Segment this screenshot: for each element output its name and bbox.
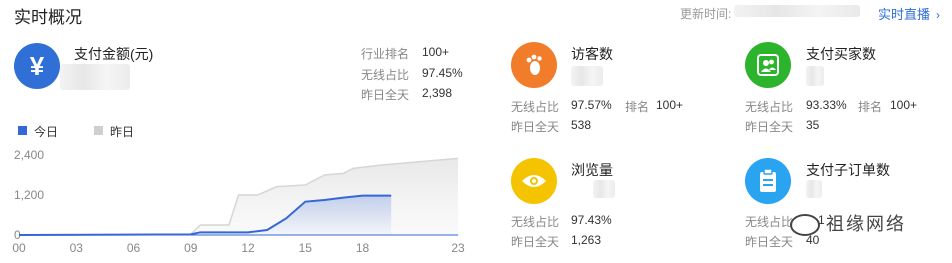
suborders-label: 支付子订单数: [806, 162, 890, 178]
visitors-wireless-label: 无线占比: [511, 100, 560, 114]
x-tick-label: 23: [451, 241, 465, 255]
visitors-yesterday-label: 昨日全天: [511, 120, 560, 134]
payment-value: [60, 64, 130, 90]
pageviews-value: [593, 180, 615, 198]
suborders-wireless-label: 无线占比: [745, 215, 794, 229]
buyers-yesterday-label: 昨日全天: [745, 120, 794, 134]
live-link[interactable]: 实时直播 ›: [878, 4, 940, 23]
yen-icon: ¥: [14, 43, 60, 89]
buyers-rank-label: 排名: [858, 100, 883, 114]
payment-wireless-value: 97.45%: [422, 66, 463, 80]
payment-industry-rank-value: 100+: [422, 45, 450, 59]
watermark: 祖缘网络: [790, 210, 906, 237]
users-icon: [745, 42, 791, 88]
x-tick-label: 12: [241, 241, 255, 255]
x-tick-label: 06: [127, 241, 141, 255]
live-link-label[interactable]: 实时直播: [878, 7, 930, 22]
buyers-wireless-label: 无线占比: [745, 100, 794, 114]
legend-today-label: 今日: [34, 125, 59, 139]
visitors-yesterday-value: 538: [571, 118, 592, 132]
x-tick-label: 15: [299, 241, 313, 255]
realtime-payment-chart: 2,4001,2000 00 03 06 09 12 15 18 23: [12, 148, 465, 255]
suborders-value: [806, 180, 822, 198]
buyers-yesterday-value: 35: [806, 118, 820, 132]
pageviews-yesterday-value: 1,263: [571, 233, 602, 247]
visitors-wireless-value: 97.57%: [571, 98, 612, 112]
visitors-value: [571, 66, 603, 86]
buyers-wireless-value: 93.33%: [806, 98, 847, 112]
legend-yesterday-label: 昨日: [110, 125, 135, 139]
buyers-value: [806, 66, 824, 86]
payment-yesterday-value: 2,398: [422, 86, 453, 100]
y-tick-label: 1,200: [14, 188, 44, 202]
payment-wireless-label: 无线占比: [361, 68, 410, 82]
suborders-yesterday-label: 昨日全天: [745, 235, 794, 249]
payment-industry-rank-label: 行业排名: [361, 47, 410, 61]
buyers-label: 支付买家数: [806, 46, 876, 62]
wechat-icon: [790, 214, 820, 237]
footprint-icon: [511, 42, 557, 88]
eye-icon: [511, 158, 557, 204]
visitors-rank-label: 排名: [625, 100, 650, 114]
visitors-label: 访客数: [571, 46, 613, 62]
update-time-label: 更新时间:: [680, 7, 732, 21]
x-tick-label: 03: [70, 241, 84, 255]
x-tick-label: 09: [184, 241, 198, 255]
payment-yesterday-label: 昨日全天: [361, 88, 410, 102]
visitors-rank-value: 100+: [656, 98, 684, 112]
payment-label: 支付金额(元): [74, 46, 154, 62]
y-tick-label: 2,400: [14, 148, 44, 162]
legend-yesterday-swatch: [94, 126, 103, 135]
buyers-rank-value: 100+: [890, 98, 918, 112]
pageviews-label: 浏览量: [571, 162, 613, 178]
clipboard-icon: [745, 158, 791, 204]
update-time-value: [734, 5, 860, 17]
x-tick-label: 00: [12, 241, 26, 255]
pageviews-wireless-value: 97.43%: [571, 213, 612, 227]
x-tick-label: 18: [356, 241, 370, 255]
legend-today-swatch: [18, 126, 27, 135]
pageviews-yesterday-label: 昨日全天: [511, 235, 560, 249]
watermark-text: 祖缘网络: [826, 214, 906, 234]
page-title: 实时概况: [14, 8, 82, 27]
pageviews-wireless-label: 无线占比: [511, 215, 560, 229]
chevron-right-icon: ›: [936, 8, 941, 22]
